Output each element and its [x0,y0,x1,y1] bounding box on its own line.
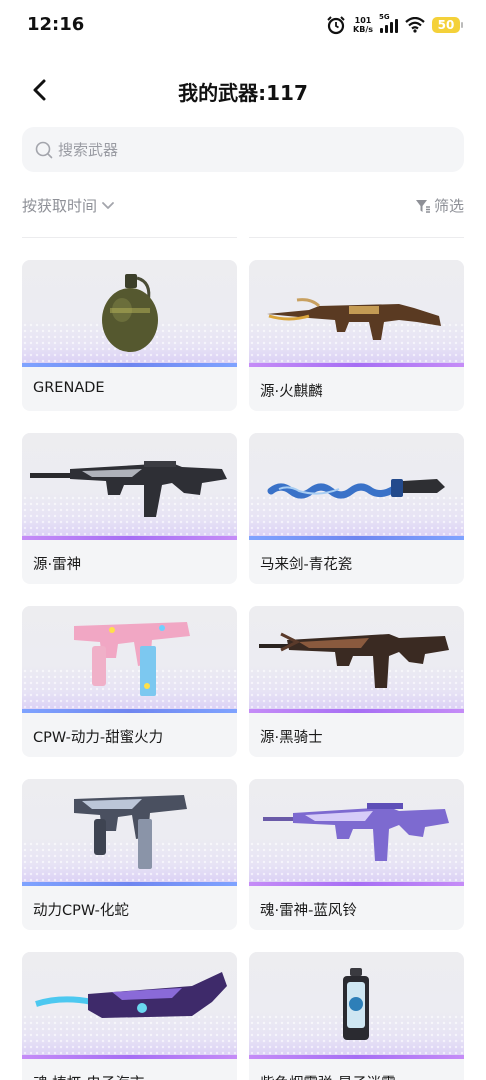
weapon-card[interactable]: CPW-动力-甜蜜火力 [22,606,237,757]
weapon-image [22,606,237,713]
alarm-clock-icon [327,16,345,35]
weapon-image [249,952,464,1059]
weapon-card[interactable]: 源·火麒麟 [249,260,464,411]
battery-indicator: 50 [432,17,463,33]
wifi-icon [405,17,425,33]
weapon-name: 马来剑-青花瓷 [260,557,353,573]
rifle-icon [30,461,227,517]
weapon-card[interactable]: 魂·梼杌-电子海市 [22,952,237,1080]
smoke-grenade-icon [343,968,369,1040]
weapon-image [249,606,464,713]
rifle-icon [263,803,449,861]
weapon-card[interactable]: 源·黑骑士 [249,606,464,757]
network-type-label: 5G [379,13,390,21]
weapon-image [22,779,237,886]
weapon-name: 源·雷神 [33,557,82,573]
cannon-icon [35,972,227,1018]
page-header: 我的武器:117 [0,68,486,112]
status-time: 12:16 [27,14,85,35]
network-speed-value: 101 [354,16,372,25]
weapon-name: 动力CPW-化蛇 [33,903,129,919]
divider [22,237,237,238]
chevron-down-icon [102,201,114,209]
weapon-card[interactable]: 紫色烟雾弹-星子迷雾 [249,952,464,1080]
weapon-card[interactable]: GRENADE [22,260,237,411]
weapon-name: 紫色烟雾弹-星子迷雾 [260,1072,396,1080]
weapon-image [22,952,237,1059]
weapon-name: 魂·雷神-蓝风铃 [260,903,357,919]
weapon-image [22,433,237,540]
rifle-icon [259,632,449,688]
rifle-icon [267,298,441,340]
sort-label: 按获取时间 [22,197,98,215]
smg-icon [74,795,187,869]
page-title: 我的武器:117 [178,81,308,105]
grenade-icon [102,274,158,352]
sort-filter-row: 按获取时间 筛选 [22,193,464,221]
smg-icon [74,622,190,696]
search-bar[interactable] [22,127,464,172]
status-icons: 101 KB/s 5G 50 [326,13,463,36]
weapon-image [22,260,237,367]
weapon-name: 魂·梼杌-电子海市 [33,1072,144,1080]
divider [249,237,464,238]
weapon-image [249,433,464,540]
weapon-name: CPW-动力-甜蜜火力 [33,730,164,746]
weapon-card[interactable]: 马来剑-青花瓷 [249,433,464,584]
sort-dropdown[interactable]: 按获取时间 [22,195,115,216]
filter-label: 筛选 [433,197,464,215]
weapon-image [249,260,464,367]
search-icon [35,141,53,158]
search-input[interactable] [58,140,438,159]
filter-button[interactable]: 筛选 [415,195,464,216]
network-speed-unit: KB/s [353,25,373,34]
weapon-card[interactable]: 魂·雷神-蓝风铃 [249,779,464,930]
cellular-signal-icon: 5G [379,13,398,33]
weapon-name: 源·黑骑士 [260,730,323,746]
weapon-name: 源·火麒麟 [260,384,323,400]
network-speed: 101 KB/s [353,16,373,34]
kris-sword-icon [267,479,445,499]
weapon-card[interactable]: 源·雷神 [22,433,237,584]
weapon-name: GRENADE [33,380,105,396]
status-bar: 12:16 101 KB/s 5G 50 [0,0,486,50]
funnel-icon [415,199,430,213]
weapon-image [249,779,464,886]
weapon-card[interactable]: 动力CPW-化蛇 [22,779,237,930]
